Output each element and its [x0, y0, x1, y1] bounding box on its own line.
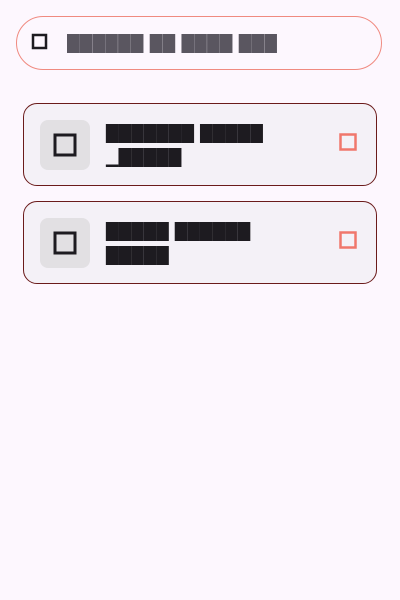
- item-thumbnail: [40, 120, 90, 170]
- checkbox-icon[interactable]: [31, 33, 49, 51]
- list-item[interactable]: ███████ █████ ▁█████: [23, 103, 377, 186]
- item-title: █████ ██████ █████: [106, 222, 251, 265]
- square-icon: [53, 231, 77, 255]
- square-outline-icon[interactable]: [339, 133, 357, 151]
- square-outline-icon[interactable]: [339, 231, 357, 249]
- item-title: ███████ █████ ▁█████: [106, 124, 264, 167]
- square-icon: [53, 133, 77, 157]
- list-item[interactable]: █████ ██████ █████: [23, 201, 377, 284]
- search-bar[interactable]: [16, 16, 382, 70]
- search-input[interactable]: [67, 29, 367, 57]
- item-thumbnail: [40, 218, 90, 268]
